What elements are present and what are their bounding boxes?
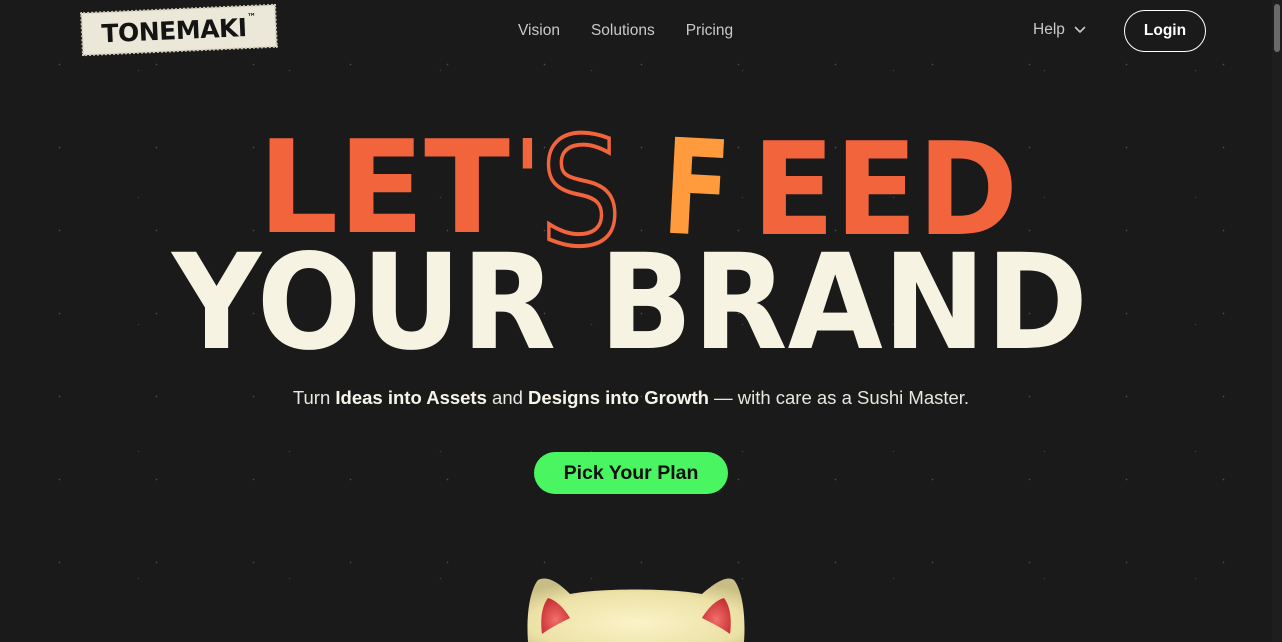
scrollbar-thumb[interactable] (1274, 4, 1280, 52)
pick-your-plan-button[interactable]: Pick Your Plan (534, 452, 728, 494)
headline-your-brand: YOUR BRAND (170, 226, 1088, 370)
hero-tagline: Turn Ideas into Assets and Designs into … (0, 386, 1262, 410)
nav-link-pricing[interactable]: Pricing (686, 20, 733, 42)
tagline-bold-designs: Designs into Growth (528, 387, 709, 408)
main-nav: Vision Solutions Pricing (518, 20, 733, 42)
tagline-text-3: — with care as a Sushi Master. (708, 387, 970, 408)
tagline-bold-ideas: Ideas into Assets (335, 387, 487, 408)
nav-link-solutions[interactable]: Solutions (591, 20, 655, 42)
tagline-text-2: and (486, 387, 529, 408)
hero-headline: LET ' S F EED YOUR BRAND (170, 110, 1088, 370)
help-dropdown[interactable]: Help (1033, 19, 1087, 41)
page-scrollbar[interactable] (1272, 0, 1282, 642)
login-button[interactable]: Login (1124, 10, 1206, 52)
logo-trademark: ™ (246, 12, 257, 24)
brand-logo[interactable]: TONEMAKI ™ (80, 3, 278, 57)
landing-page: TONEMAKI ™ Vision Solutions Pricing Help … (0, 0, 1282, 642)
tagline-text-1: Turn (292, 387, 336, 408)
chevron-down-icon (1074, 26, 1086, 33)
nav-link-vision[interactable]: Vision (518, 20, 560, 42)
lucky-cat-illustration (520, 574, 750, 642)
help-label: Help (1033, 21, 1065, 38)
logo-text: TONEMAKI (100, 12, 248, 48)
